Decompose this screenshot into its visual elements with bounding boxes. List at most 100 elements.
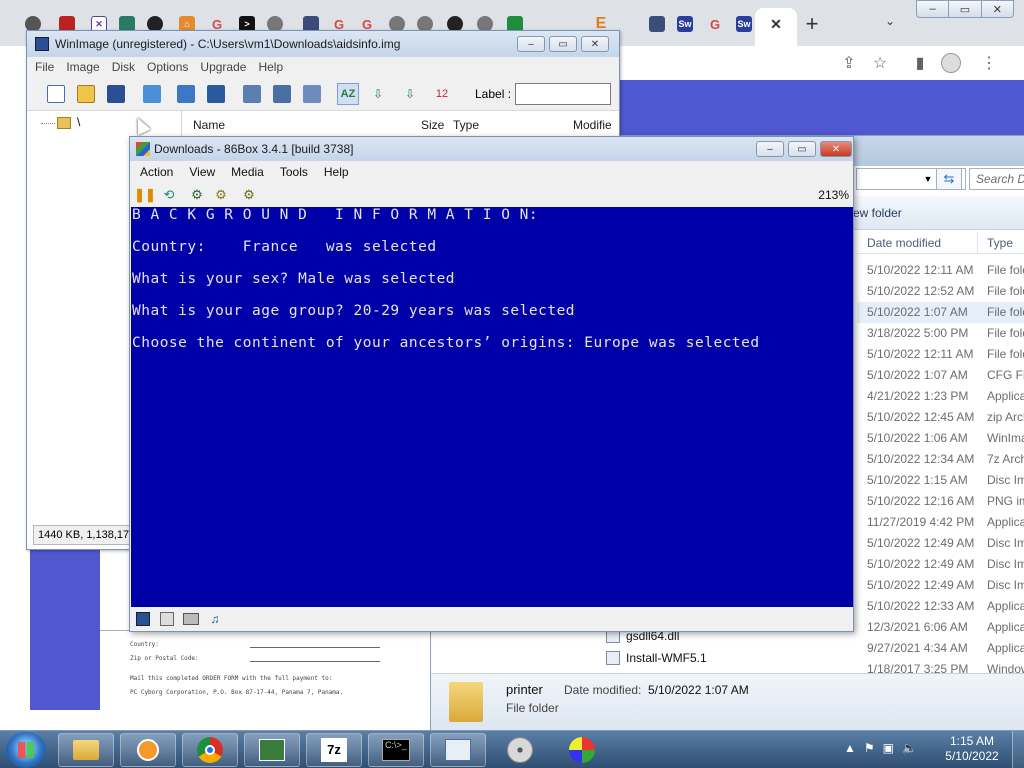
table-row[interactable]: 5/10/2022 12:34 AM 7z Archi [857, 449, 1024, 470]
table-row[interactable]: 5/10/2022 1:06 AM WinIma [857, 428, 1024, 449]
reset-icon[interactable]: ⟲ [160, 186, 178, 204]
table-row[interactable]: 5/10/2022 12:49 AM Disc Ima [857, 554, 1024, 575]
inject-icon[interactable] [271, 83, 293, 105]
table-row[interactable]: 5/10/2022 12:52 AM File fold [857, 281, 1024, 302]
table-row[interactable]: 4/21/2022 1:23 PM Applicat [857, 386, 1024, 407]
format-disk-icon[interactable] [205, 83, 227, 105]
winimage-icon[interactable] [430, 733, 486, 767]
table-row[interactable]: 5/10/2022 12:11 AM File fold [857, 344, 1024, 365]
maximize-button[interactable]: ▭ [549, 36, 577, 52]
cmd-icon[interactable]: C:\>_ [368, 733, 424, 767]
explorer-icon[interactable] [58, 733, 114, 767]
column-divider[interactable] [977, 232, 978, 254]
menu-help[interactable]: Help [324, 161, 349, 183]
col-date-modified[interactable]: Date modified [867, 236, 941, 250]
menu-help[interactable]: Help [258, 57, 283, 77]
save-icon[interactable] [646, 12, 668, 36]
close-button[interactable]: ✕ [982, 1, 1013, 17]
new-folder-button[interactable]: ew folder [853, 206, 902, 220]
new-tab-button[interactable]: + [800, 12, 824, 36]
table-row[interactable]: 5/10/2022 12:45 AM zip Archi [857, 407, 1024, 428]
minimize-button[interactable]: – [756, 141, 784, 157]
read-disk-icon[interactable] [141, 83, 163, 105]
sound-icon[interactable]: ♫ [206, 610, 224, 628]
minimize-button[interactable]: – [517, 36, 545, 52]
table-row[interactable]: 5/10/2022 12:33 AM Applicat [857, 596, 1024, 617]
list-item[interactable]: Install-WMF5.1 [606, 648, 707, 668]
start-button[interactable] [6, 732, 46, 768]
sort-by-type-icon[interactable]: ⇩ [367, 83, 389, 105]
settings-icon[interactable]: ⚙ [240, 186, 258, 204]
hard-disk-icon[interactable] [182, 610, 200, 628]
table-row[interactable]: 11/27/2019 4:42 PM Applicat [857, 512, 1024, 533]
action-center-icon[interactable]: ⚑ [864, 741, 875, 761]
save-icon[interactable] [105, 83, 127, 105]
table-row[interactable]: 5/10/2022 12:49 AM Disc Ima [857, 533, 1024, 554]
table-row[interactable]: 5/10/2022 12:16 AM PNG ima [857, 491, 1024, 512]
table-row[interactable]: 5/10/2022 1:15 AM Disc Ima [857, 470, 1024, 491]
sw-icon[interactable]: Sw [733, 12, 755, 36]
share-icon[interactable]: ⇪ [838, 52, 860, 74]
address-dropdown-icon[interactable]: ▼ [921, 170, 935, 188]
menu-file[interactable]: File [35, 57, 54, 77]
clock[interactable]: 1:15 AM 5/10/2022 [940, 734, 1004, 764]
7zip-icon[interactable]: 7z [306, 733, 362, 767]
col-type[interactable]: Type [987, 236, 1013, 250]
chrome-menu-icon[interactable]: ⋮ [978, 52, 1000, 74]
table-row[interactable]: 5/10/2022 1:07 AM File fold [857, 302, 1024, 323]
extract-icon[interactable] [241, 83, 263, 105]
search-input[interactable]: Search D [969, 168, 1024, 190]
sort-by-name-icon[interactable]: AZ [337, 83, 359, 105]
menu-tools[interactable]: Tools [280, 161, 308, 183]
floppy-drive-b-icon[interactable] [158, 610, 176, 628]
table-row[interactable]: 9/27/2021 4:34 AM Applicat [857, 638, 1024, 659]
menu-media[interactable]: Media [231, 161, 264, 183]
tray-expand-icon[interactable]: ▲ [844, 741, 856, 761]
show-desktop-button[interactable] [1012, 731, 1024, 768]
close-button[interactable]: ✕ [820, 141, 852, 157]
minimize-button[interactable]: – [917, 1, 950, 17]
sort-by-size-icon[interactable]: ⇩ [399, 83, 421, 105]
profile-avatar-icon[interactable] [940, 52, 962, 74]
tab-close-icon[interactable]: ✕ [765, 12, 787, 36]
write-disk-icon[interactable] [175, 83, 197, 105]
winimage-titlebar[interactable]: WinImage (unregistered) - C:\Users\vm1\D… [27, 31, 619, 57]
ctrl-alt-esc-icon[interactable]: ⚙ [212, 186, 230, 204]
pause-icon[interactable]: ❚❚ [134, 186, 156, 204]
col-name[interactable]: Name [193, 118, 225, 132]
google-icon[interactable]: G [704, 12, 726, 36]
open-folder-icon[interactable] [75, 83, 97, 105]
table-row[interactable]: 5/10/2022 12:11 AM File fold [857, 260, 1024, 281]
86box-icon[interactable] [244, 733, 300, 767]
paint-icon[interactable] [554, 733, 610, 767]
new-file-icon[interactable] [45, 83, 67, 105]
properties-icon[interactable] [301, 83, 323, 105]
tree-root[interactable]: \ [77, 115, 80, 129]
emulator-screen[interactable]: B A C K G R O U N D I N F O R M A T I O … [131, 207, 853, 607]
table-row[interactable]: 5/10/2022 12:49 AM Disc Ima [857, 575, 1024, 596]
menu-view[interactable]: View [189, 161, 215, 183]
bookmark-star-icon[interactable]: ☆ [869, 52, 891, 74]
side-panel-icon[interactable]: ▮ [909, 52, 931, 74]
floppy-drive-icon[interactable] [134, 610, 152, 628]
maximize-button[interactable]: ▭ [788, 141, 816, 157]
refresh-icon[interactable]: ⇆ [936, 168, 962, 190]
col-size[interactable]: Size [421, 118, 444, 132]
chrome-icon[interactable] [182, 733, 238, 767]
close-button[interactable]: ✕ [581, 36, 609, 52]
disc-icon[interactable] [492, 733, 548, 767]
sw-icon[interactable]: Sw [674, 12, 696, 36]
table-row[interactable]: 5/10/2022 1:07 AM CFG File [857, 365, 1024, 386]
volume-icon[interactable]: 🔈 [902, 741, 917, 761]
col-modified[interactable]: Modifie [573, 118, 612, 132]
table-row[interactable]: 12/3/2021 6:06 AM Applicat [857, 617, 1024, 638]
label-input[interactable] [515, 83, 611, 105]
network-icon[interactable]: ▣ [883, 741, 894, 761]
media-player-icon[interactable] [120, 733, 176, 767]
menu-options[interactable]: Options [147, 57, 188, 77]
ctrl-alt-del-icon[interactable]: ⚙ [188, 186, 206, 204]
maximize-button[interactable]: ▭ [949, 1, 982, 17]
menu-image[interactable]: Image [66, 57, 99, 77]
menu-upgrade[interactable]: Upgrade [200, 57, 246, 77]
86box-titlebar[interactable]: Downloads - 86Box 3.4.1 [build 3738] – ▭… [130, 137, 853, 161]
